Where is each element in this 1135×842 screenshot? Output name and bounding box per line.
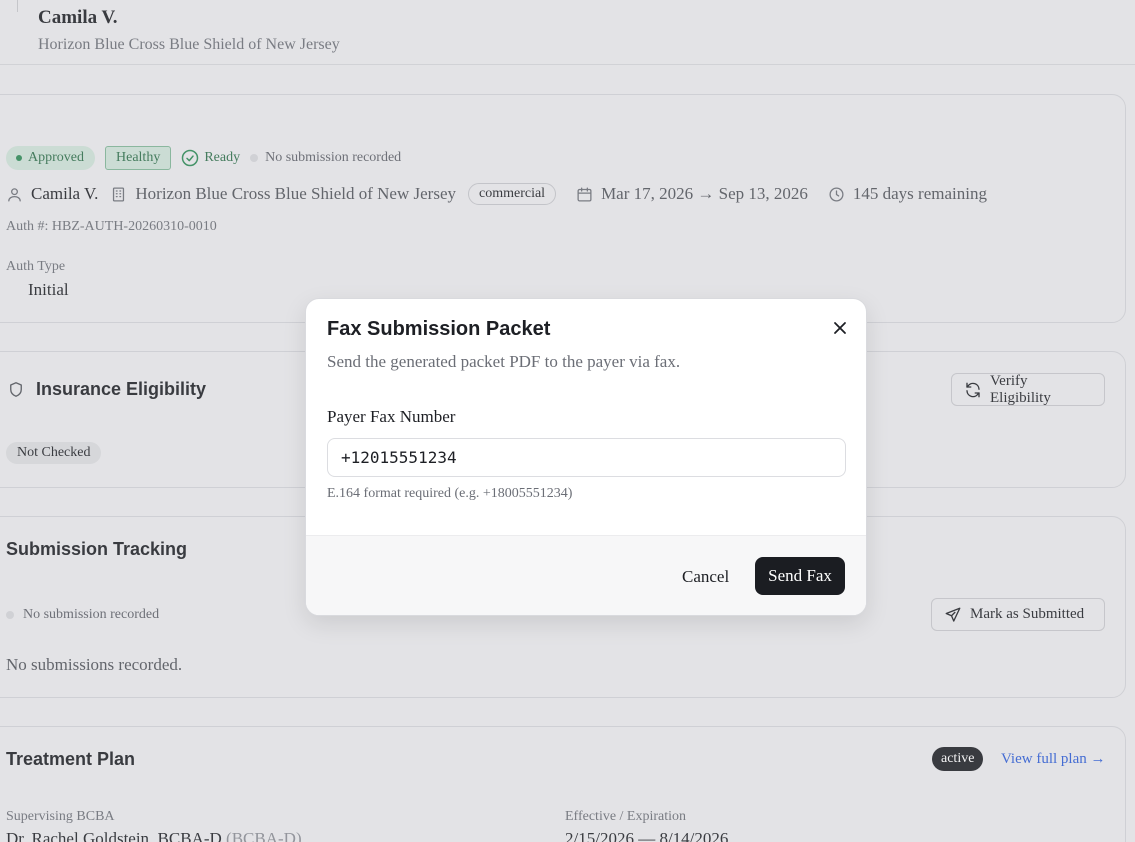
- fax-number-input[interactable]: [327, 438, 846, 477]
- dialog-footer: Cancel Send Fax: [306, 535, 866, 615]
- close-icon[interactable]: [830, 318, 850, 338]
- fax-submission-dialog: Fax Submission Packet Send the generated…: [305, 298, 867, 616]
- fax-number-label: Payer Fax Number: [327, 407, 456, 426]
- send-fax-button[interactable]: Send Fax: [755, 557, 845, 595]
- dialog-title: Fax Submission Packet: [327, 318, 551, 340]
- cancel-button[interactable]: Cancel: [670, 558, 741, 595]
- dialog-description: Send the generated packet PDF to the pay…: [327, 352, 681, 371]
- fax-format-hint: E.164 format required (e.g. +18005551234…: [327, 486, 573, 501]
